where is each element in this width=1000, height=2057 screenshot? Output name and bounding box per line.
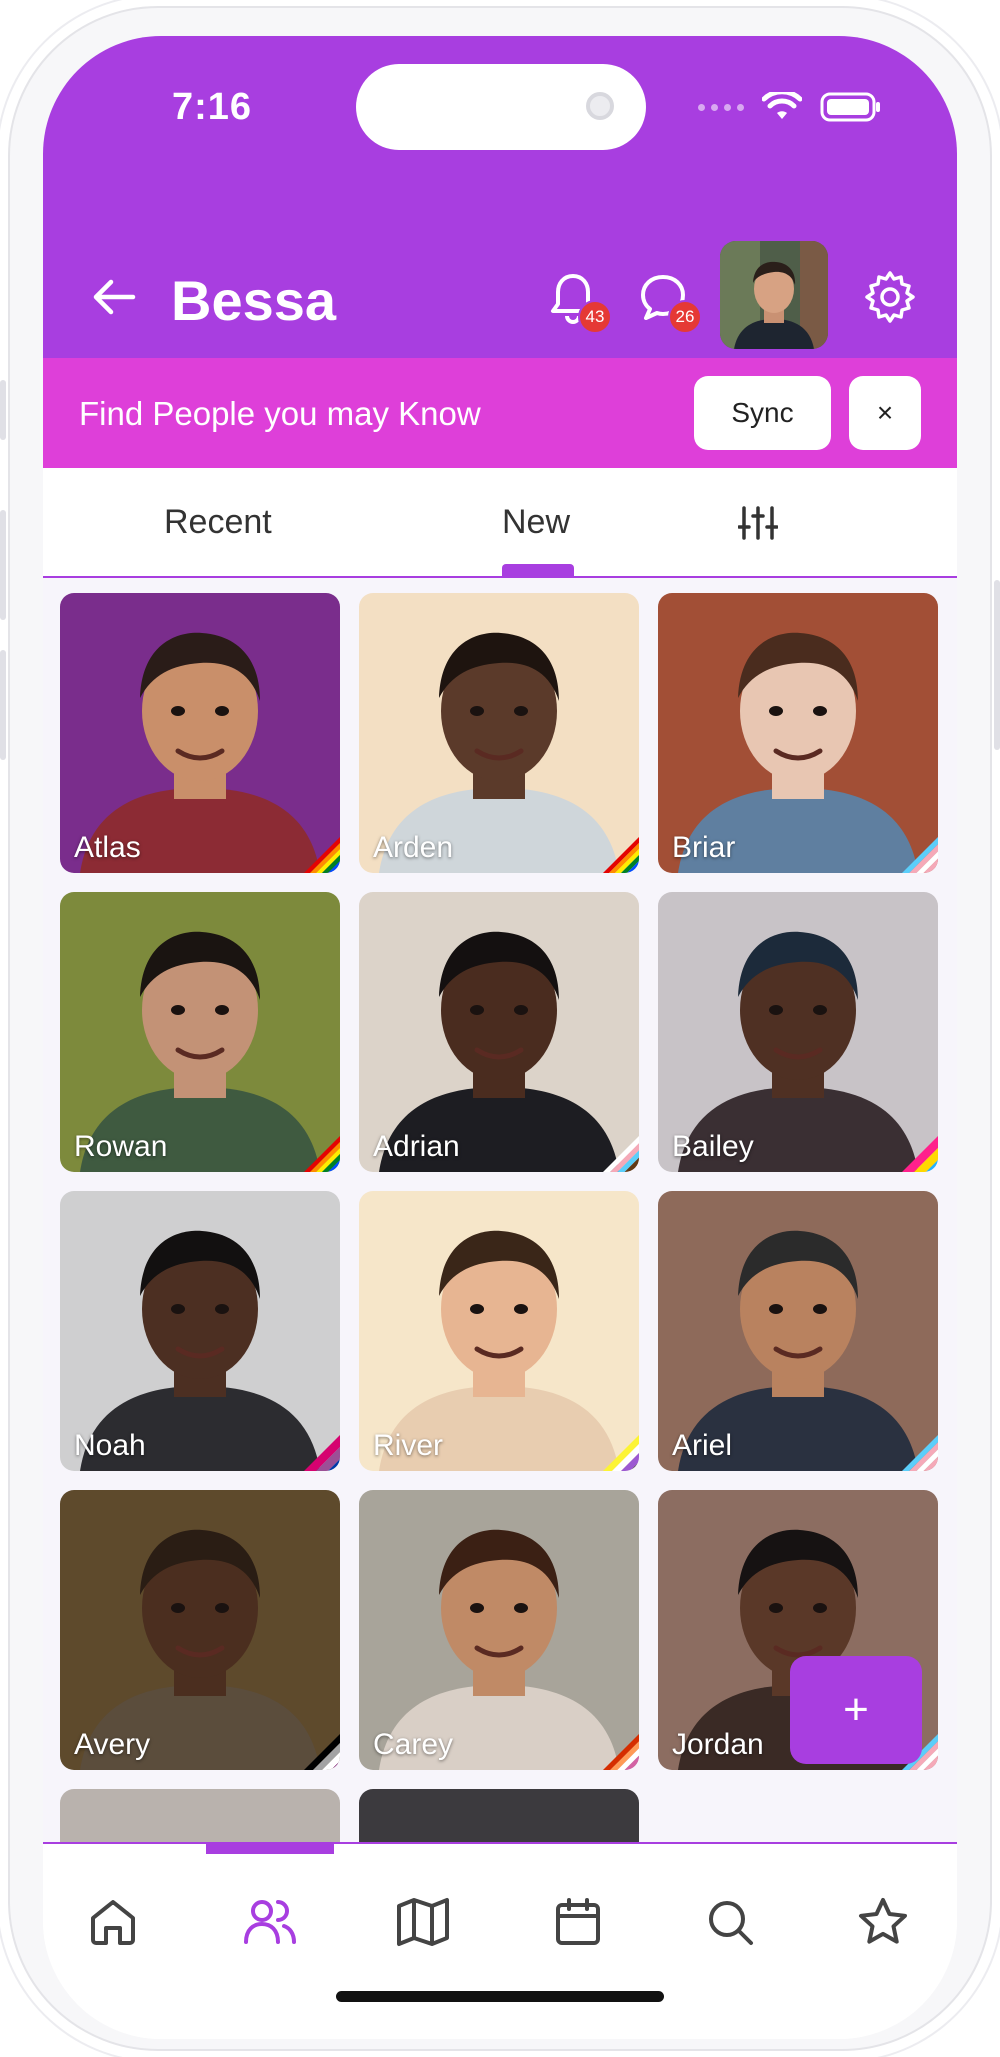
pride-flag-icon bbox=[902, 837, 938, 873]
status-indicators bbox=[698, 92, 882, 122]
calendar-icon bbox=[556, 1898, 600, 1945]
banner-text: Find People you may Know bbox=[79, 395, 481, 432]
profile-name: Adrian bbox=[373, 1130, 460, 1163]
profile-name: Arden bbox=[373, 831, 454, 864]
tab-bar: Recent New bbox=[43, 468, 957, 578]
home-icon bbox=[91, 1900, 135, 1945]
people-grid: Atlas Arden Briar Rowan Adrian Bailey Noah Rive… bbox=[43, 578, 957, 1842]
profile-name: Briar bbox=[672, 831, 736, 864]
tab-new[interactable]: New bbox=[502, 503, 570, 542]
profile-name: Ariel bbox=[672, 1429, 733, 1462]
profile-card[interactable]: Ariel bbox=[658, 1191, 938, 1471]
settings-button[interactable] bbox=[855, 262, 925, 332]
status-time: 7:16 bbox=[172, 86, 253, 128]
pride-flag-icon bbox=[304, 1734, 340, 1770]
bottom-nav bbox=[43, 1842, 957, 2039]
people-icon bbox=[244, 1900, 296, 1944]
profile-card[interactable]: Noah bbox=[60, 1191, 340, 1471]
add-button[interactable]: + bbox=[790, 1656, 922, 1764]
profile-name: Rowan bbox=[74, 1130, 168, 1163]
active-tab-indicator bbox=[502, 564, 574, 576]
dynamic-island bbox=[356, 64, 646, 150]
wifi-icon bbox=[762, 92, 802, 119]
signal-icon bbox=[698, 103, 744, 111]
app-screen: 7:16 Bessa 43 26 Find People you may Kno… bbox=[43, 36, 957, 2039]
people-suggestion-banner: Find People you may Know Sync × bbox=[43, 358, 957, 468]
profile-card[interactable]: Atlas bbox=[60, 593, 340, 873]
arrow-left-icon bbox=[93, 279, 136, 315]
map-icon bbox=[397, 1898, 449, 1946]
sync-button[interactable]: Sync bbox=[694, 376, 831, 450]
phone-side-button bbox=[0, 510, 6, 620]
profile-card[interactable]: Arden bbox=[359, 593, 639, 873]
battery-icon bbox=[820, 92, 880, 122]
profile-card[interactable]: Adrian bbox=[359, 892, 639, 1172]
profile-card[interactable] bbox=[60, 1789, 340, 1842]
profile-card[interactable]: Carey bbox=[359, 1490, 639, 1770]
profile-card[interactable]: Avery bbox=[60, 1490, 340, 1770]
app-title: Bessa bbox=[171, 269, 337, 332]
nav-home[interactable] bbox=[83, 1892, 143, 1952]
notifications-badge: 43 bbox=[578, 300, 612, 334]
nav-map[interactable] bbox=[393, 1892, 453, 1952]
phone-side-button bbox=[0, 380, 6, 440]
profile-card[interactable]: River bbox=[359, 1191, 639, 1471]
profile-name: Noah bbox=[74, 1429, 146, 1462]
app-header: 7:16 Bessa 43 26 bbox=[43, 36, 957, 358]
pride-flag-icon bbox=[902, 1435, 938, 1471]
avatar-photo bbox=[720, 241, 828, 349]
home-indicator bbox=[336, 1991, 664, 2002]
messages-badge: 26 bbox=[668, 300, 702, 334]
nav-calendar[interactable] bbox=[548, 1892, 608, 1952]
nav-active-indicator bbox=[206, 1842, 334, 1854]
search-icon bbox=[709, 1901, 753, 1945]
back-button[interactable] bbox=[79, 262, 149, 332]
profile-name: River bbox=[373, 1429, 444, 1462]
notifications-button[interactable]: 43 bbox=[538, 262, 612, 334]
profile-name: Carey bbox=[373, 1728, 454, 1761]
close-button[interactable]: × bbox=[849, 376, 921, 450]
pride-flag-icon bbox=[603, 1734, 639, 1770]
pride-flag-icon bbox=[304, 1136, 340, 1172]
profile-name: Jordan bbox=[672, 1728, 764, 1761]
profile-card[interactable] bbox=[359, 1789, 639, 1842]
pride-flag-icon bbox=[304, 837, 340, 873]
profile-name: Bailey bbox=[672, 1130, 754, 1163]
phone-side-button bbox=[0, 650, 6, 760]
tab-recent[interactable]: Recent bbox=[164, 503, 272, 542]
gear-icon bbox=[865, 271, 915, 323]
pride-flag-icon bbox=[902, 1136, 938, 1172]
nav-people[interactable] bbox=[240, 1892, 300, 1952]
pride-flag-icon bbox=[603, 1136, 639, 1172]
nav-search[interactable] bbox=[700, 1892, 760, 1952]
avatar[interactable] bbox=[720, 241, 828, 349]
pride-flag-icon bbox=[304, 1435, 340, 1471]
pride-flag-icon bbox=[603, 837, 639, 873]
filter-button[interactable] bbox=[733, 498, 783, 548]
profile-name: Atlas bbox=[74, 831, 141, 864]
phone-side-button bbox=[994, 580, 1000, 750]
profile-card[interactable]: Bailey bbox=[658, 892, 938, 1172]
profile-name: Avery bbox=[74, 1728, 151, 1761]
sliders-icon bbox=[738, 506, 778, 540]
camera-icon bbox=[586, 92, 614, 120]
profile-card[interactable]: Rowan bbox=[60, 892, 340, 1172]
nav-favorites[interactable] bbox=[853, 1892, 913, 1952]
pride-flag-icon bbox=[603, 1435, 639, 1471]
star-icon bbox=[859, 1898, 907, 1944]
profile-card[interactable]: Briar bbox=[658, 593, 938, 873]
messages-button[interactable]: 26 bbox=[628, 262, 702, 334]
